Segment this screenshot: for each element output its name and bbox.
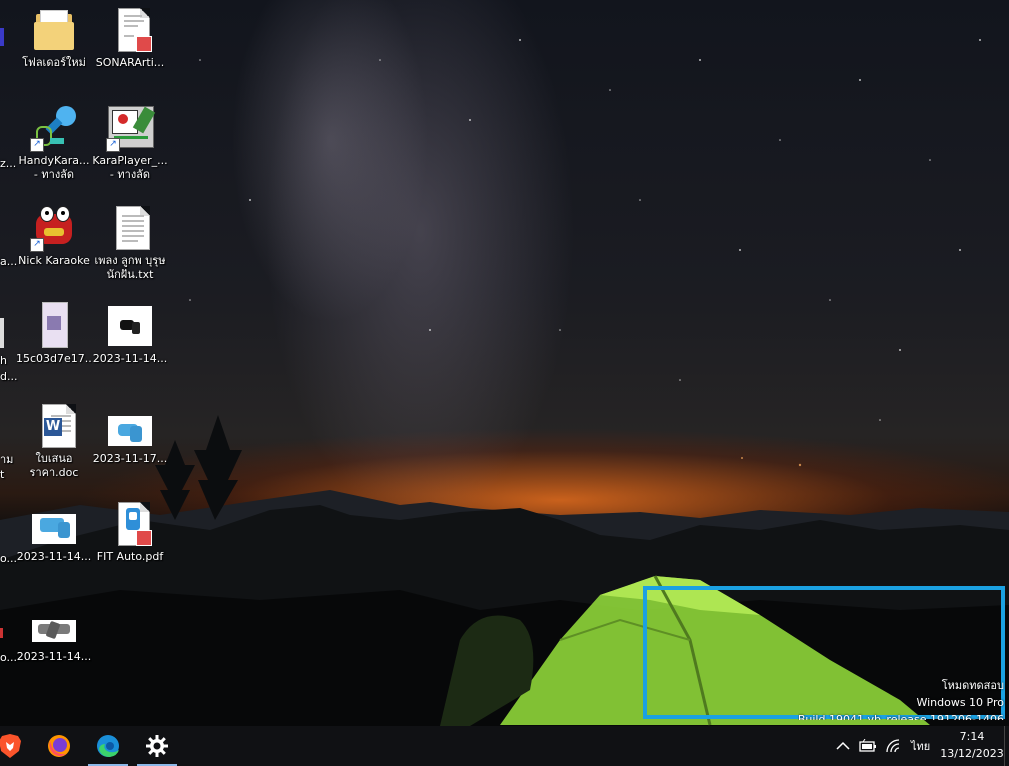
clock-date: 13/12/2023 bbox=[940, 747, 1004, 760]
desktop-icon-label: SONARArti... bbox=[95, 56, 165, 69]
desktop-icon-sonar-pdf[interactable]: SONARArti... bbox=[92, 6, 168, 70]
desktop-icon-label: 2023-11-14... bbox=[16, 650, 92, 663]
desktop-icon-label: Nick Karaoke bbox=[18, 254, 90, 267]
taskbar-app-settings[interactable] bbox=[137, 726, 177, 766]
desktop-icon-image-2023-11-14-b[interactable]: 2023-11-14... bbox=[16, 500, 92, 564]
image-file-icon bbox=[30, 302, 78, 350]
desktop-icon-image-2023-11-17[interactable]: 2023-11-17... bbox=[92, 402, 168, 466]
pdf-document-icon bbox=[106, 6, 154, 54]
taskbar-app-firefox[interactable] bbox=[39, 726, 79, 766]
clock-time: 7:14 bbox=[959, 730, 985, 743]
taskbar-app-brave[interactable] bbox=[0, 726, 30, 766]
desktop-icon-image-15c03d7e17[interactable]: 15c03d7e17... bbox=[16, 302, 92, 366]
desktop-icon-label: FIT Auto.pdf bbox=[96, 550, 164, 563]
test-mode-text: โหมดทดสอบ bbox=[941, 679, 1004, 692]
pdf-document-icon bbox=[106, 500, 154, 548]
desktop-icon-karaplayer[interactable]: ↗ KaraPlayer_... - ทางลัด bbox=[92, 104, 168, 182]
windows-build-text: Build 19041.vb_release.191206-1406 bbox=[797, 713, 1004, 720]
edge-icon bbox=[97, 735, 119, 757]
clipped-app-icon[interactable] bbox=[0, 628, 3, 638]
nick-karaoke-app-icon: ↗ bbox=[30, 204, 78, 252]
desktop-icon-label: 15c03d7e17... bbox=[16, 352, 92, 365]
wifi-icon bbox=[886, 739, 900, 753]
desktop-icon-text-file[interactable]: เพลง ลูกพ บุรุษนักฝัน.txt bbox=[92, 204, 168, 282]
image-file-icon bbox=[30, 500, 78, 548]
desktop-icon-label: HandyKara... - ทางลัด bbox=[18, 154, 90, 181]
desktop-icon-label: 2023-11-14... bbox=[16, 550, 92, 563]
settings-gear-icon bbox=[146, 735, 168, 757]
desktop-icon-quotation-doc[interactable]: W ใบเสนอ ราคา.doc bbox=[16, 402, 92, 480]
desktop-icon-label: โฟลเดอร์ใหม่ bbox=[22, 56, 86, 69]
clipped-icon-label[interactable]: o... bbox=[0, 651, 17, 665]
desktop-icon-label: KaraPlayer_... - ทางลัด bbox=[92, 154, 168, 181]
clipped-icon-label[interactable]: d... bbox=[0, 370, 17, 384]
word-document-icon: W bbox=[30, 402, 78, 450]
desktop-icon-new-folder[interactable]: โฟลเดอร์ใหม่ bbox=[16, 6, 92, 70]
chevron-up-icon bbox=[836, 741, 850, 750]
clipped-image-icon[interactable] bbox=[0, 318, 4, 348]
image-file-icon bbox=[30, 600, 78, 648]
windows-watermark: โหมดทดสอบ Windows 10 Pro Build 19041.vb_… bbox=[798, 677, 1004, 720]
clipped-app-icon[interactable] bbox=[0, 28, 4, 46]
desktop-icon-image-2023-11-14-c[interactable]: 2023-11-14... bbox=[16, 600, 92, 664]
image-file-icon bbox=[106, 402, 154, 450]
clipped-icon-label[interactable]: z... bbox=[0, 157, 16, 171]
firefox-icon bbox=[48, 735, 70, 757]
image-file-icon bbox=[106, 302, 154, 350]
clipped-icon-label[interactable]: t bbox=[0, 468, 4, 482]
desktop-icon-nick-karaoke[interactable]: ↗ Nick Karaoke bbox=[16, 204, 92, 268]
desktop-icon-label: 2023-11-14... bbox=[92, 352, 168, 365]
tray-network[interactable] bbox=[885, 726, 901, 766]
clipped-icon-label[interactable]: าม bbox=[0, 453, 13, 467]
clipped-icon-label[interactable]: a... bbox=[0, 255, 17, 269]
taskbar-app-edge[interactable] bbox=[88, 726, 128, 766]
desktop-icon-label: 2023-11-17... bbox=[92, 452, 168, 465]
windows-edition-text: Windows 10 Pro bbox=[916, 696, 1004, 709]
clipped-icon-label[interactable]: o... bbox=[0, 552, 17, 566]
desktop-icon-fit-auto-pdf[interactable]: FIT Auto.pdf bbox=[92, 500, 168, 564]
tray-battery[interactable] bbox=[859, 726, 877, 766]
desktop-icon-image-2023-11-14-a[interactable]: 2023-11-14... bbox=[92, 302, 168, 366]
show-desktop-button[interactable] bbox=[1004, 726, 1009, 766]
desktop-icon-label: ใบเสนอ ราคา.doc bbox=[29, 452, 79, 479]
microphone-app-icon: ↗ bbox=[30, 104, 78, 152]
taskbar: ไทย 7:14 13/12/2023 bbox=[0, 726, 1009, 766]
tray-clock[interactable]: 7:14 13/12/2023 bbox=[940, 728, 1004, 762]
battery-charging-icon bbox=[859, 739, 876, 752]
tray-input-language[interactable]: ไทย bbox=[911, 726, 930, 766]
karaplayer-app-icon: ↗ bbox=[106, 104, 156, 152]
desktop-icon-handykaraoke[interactable]: ↗ HandyKara... - ทางลัด bbox=[16, 104, 92, 182]
tray-overflow-chevron[interactable] bbox=[836, 726, 850, 766]
text-document-icon bbox=[106, 204, 154, 252]
desktop-icon-label: เพลง ลูกพ บุรุษนักฝัน.txt bbox=[94, 254, 166, 281]
clipped-icon-label[interactable]: h bbox=[0, 354, 7, 368]
folder-icon bbox=[30, 6, 78, 54]
brave-icon bbox=[0, 734, 21, 758]
